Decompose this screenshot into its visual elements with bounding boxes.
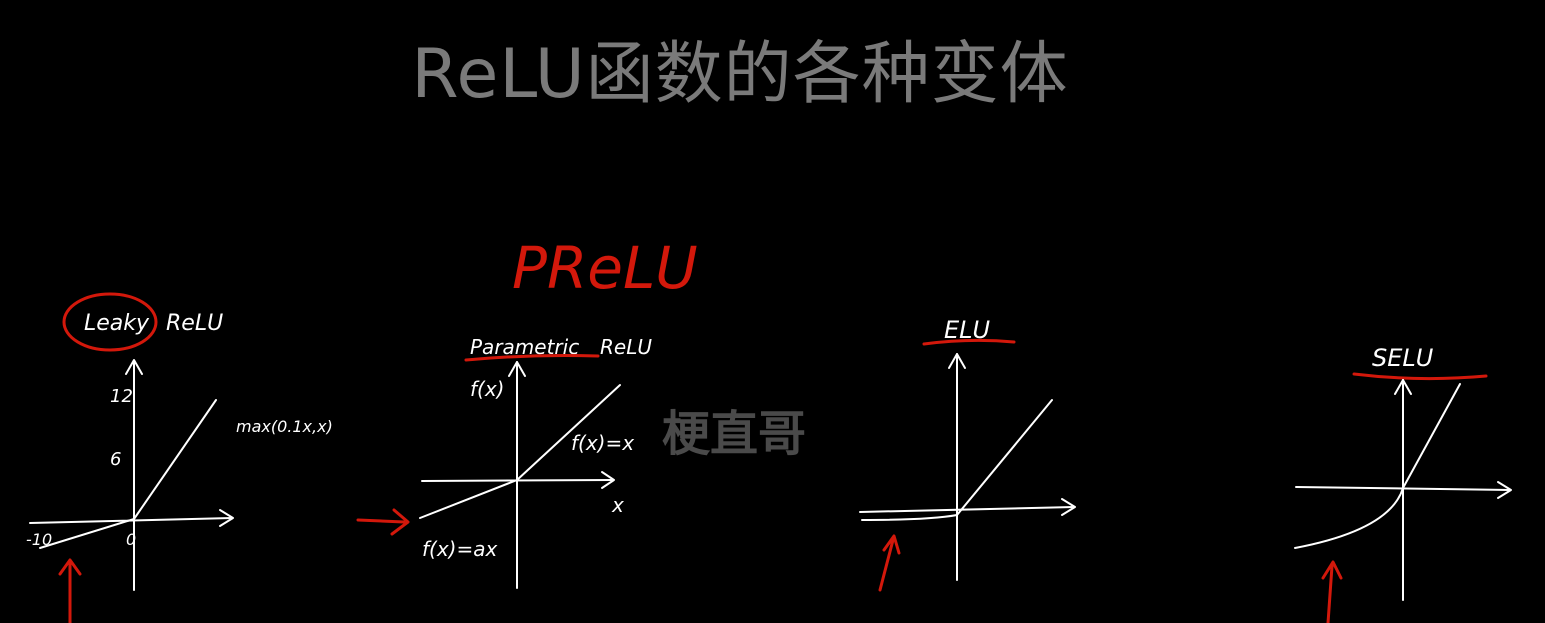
x-axis [859, 506, 1075, 513]
prelu-relu-label: ReLU [600, 335, 652, 359]
leaky-relu-panel: Leaky ReLU 12 6 -10 0 max(0.1x,x) [26, 292, 333, 623]
prelu-formula-negative: f(x)=ax [422, 537, 497, 561]
x-axis-label: x [611, 493, 624, 517]
leaky-formula: max(0.1x,x) [236, 417, 333, 436]
tick-label-neg10: -10 [26, 530, 52, 549]
tick-label-6: 6 [110, 449, 121, 470]
selu-curve [1294, 383, 1461, 549]
selu-panel: SELU [1294, 344, 1512, 623]
prelu-formula-positive: f(x)=x [571, 431, 634, 455]
selu-label: SELU [1372, 344, 1434, 372]
tick-label-12: 12 [110, 386, 133, 407]
prelu-heading: PReLU [512, 234, 698, 302]
red-arrow-icon [356, 518, 406, 524]
red-arrow-icon [1326, 564, 1334, 623]
prelu-panel: PReLU Parametric ReLU f(x) x f(x)=x f(x)… [356, 234, 698, 589]
leaky-relu-label: ReLU [166, 311, 223, 336]
tick-label-0: 0 [126, 530, 136, 549]
selu-underline [1352, 372, 1488, 381]
leaky-relu-curve [39, 399, 217, 549]
handwritten-diagrams: 梗直哥 Leaky ReLU 12 6 -10 0 max(0.1x,x) PR… [26, 234, 1512, 623]
leaky-label: Leaky [84, 311, 150, 336]
watermark-text: 梗直哥 [662, 406, 806, 462]
y-axis-label: f(x) [470, 377, 504, 401]
slide-canvas: ReLU函数的各种变体 梗直哥 Leaky ReLU 12 6 -10 0 ma… [0, 0, 1545, 623]
elu-panel: ELU [859, 316, 1076, 592]
